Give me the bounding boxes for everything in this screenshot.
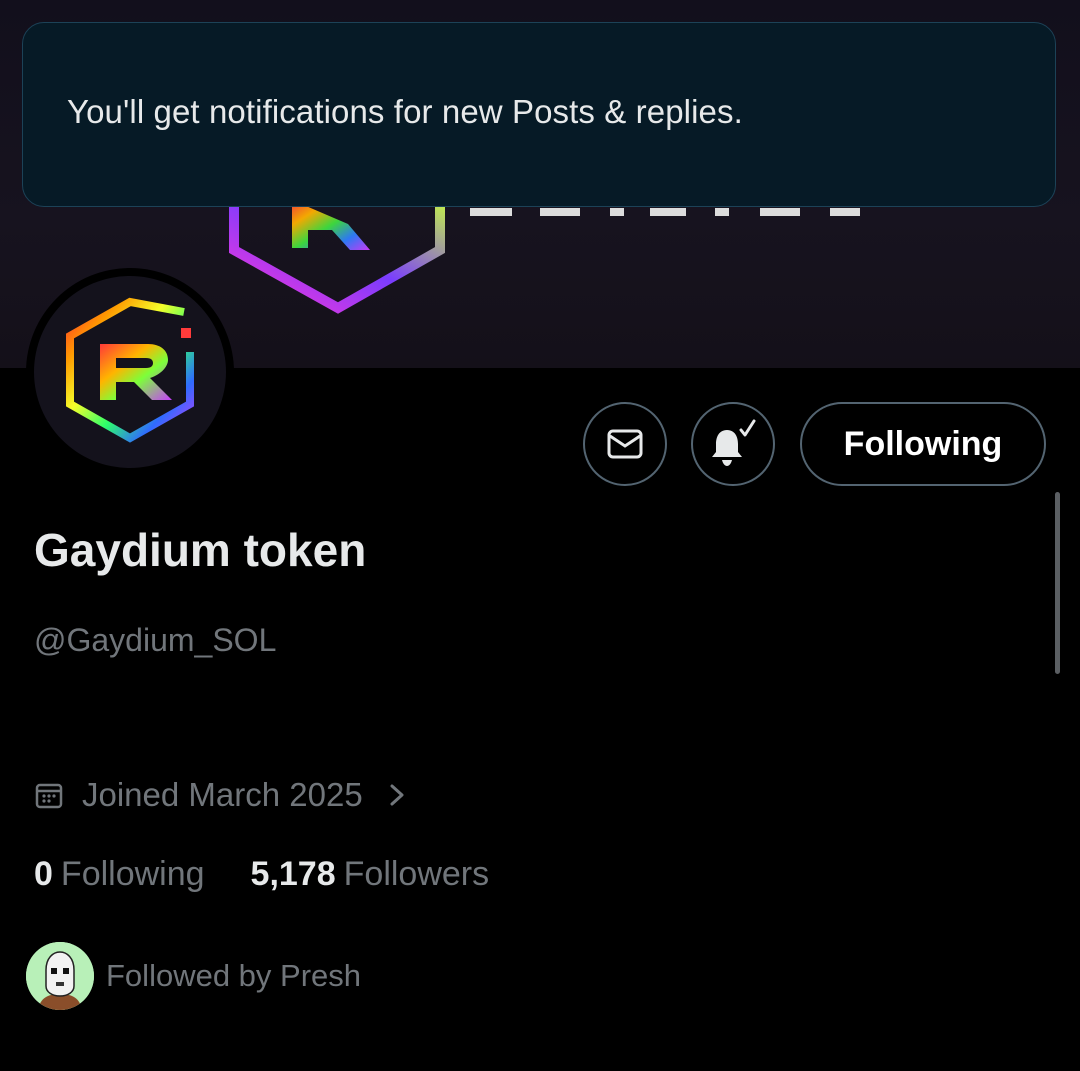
profile-avatar[interactable]	[26, 268, 234, 476]
mail-icon	[607, 429, 643, 459]
avatar-image	[34, 276, 226, 468]
bell-check-icon	[712, 419, 756, 466]
followed-by-text: Followed by Presh	[106, 958, 362, 993]
message-button[interactable]	[583, 402, 667, 486]
following-stat-link[interactable]: 0 Following	[34, 855, 205, 894]
notifications-button[interactable]	[691, 402, 775, 486]
notification-toast: You'll get notifications for new Posts &…	[22, 22, 1056, 207]
follower-avatar	[26, 942, 94, 1010]
followers-label: Followers	[343, 855, 490, 893]
followed-by-row[interactable]: Followed by Presh	[26, 942, 361, 1010]
joined-date-text: Joined March 2025	[82, 776, 363, 813]
chevron-right-icon	[387, 780, 407, 810]
following-button[interactable]: Following	[800, 402, 1046, 486]
follow-stats: 0 Following 5,178 Followers	[34, 855, 489, 894]
followers-stat-link[interactable]: 5,178 Followers	[251, 855, 490, 894]
toast-message: You'll get notifications for new Posts &…	[67, 93, 743, 130]
scrollbar[interactable]	[1055, 492, 1060, 674]
raydium-logo-icon	[66, 297, 194, 443]
display-name: Gaydium token	[34, 524, 367, 576]
handle: @Gaydium_SOL	[34, 622, 277, 658]
calendar-icon	[34, 780, 64, 810]
followers-count: 5,178	[250, 855, 336, 893]
following-count: 0	[34, 855, 53, 893]
following-label: Following	[60, 855, 205, 893]
joined-date-row[interactable]: Joined March 2025	[34, 776, 407, 814]
